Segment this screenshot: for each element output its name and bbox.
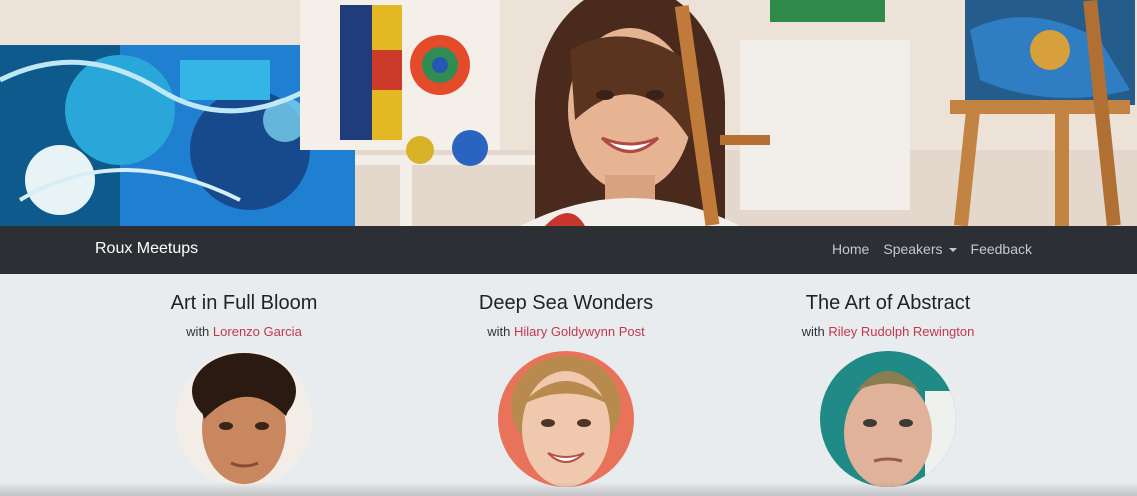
sessions-list: Art in Full Bloom with Lorenzo Garcia De… — [0, 274, 1137, 496]
speaker-link[interactable]: Lorenzo Garcia — [213, 324, 302, 339]
bottom-fade — [0, 482, 1137, 496]
with-label: with — [487, 324, 511, 339]
session-speaker-line: with Hilary Goldywynn Post — [416, 324, 716, 340]
session-speaker-line: with Riley Rudolph Rewington — [738, 324, 1038, 340]
session-card: Deep Sea Wonders with Hilary Goldywynn P… — [416, 274, 716, 487]
with-label: with — [186, 324, 210, 339]
nav-speakers-label: Speakers — [883, 241, 943, 257]
session-title: Art in Full Bloom — [170, 292, 318, 314]
caret-down-icon — [948, 248, 957, 252]
session-speaker-line: with Lorenzo Garcia — [94, 324, 394, 340]
nav-home[interactable]: Home — [832, 241, 869, 257]
speaker-avatar[interactable] — [176, 351, 312, 487]
session-title: Deep Sea Wonders — [478, 292, 654, 314]
with-label: with — [801, 324, 825, 339]
nav-links: Home Speakers Feedback — [832, 241, 1032, 257]
nav-feedback-label: Feedback — [970, 241, 1032, 257]
nav-feedback[interactable]: Feedback — [971, 241, 1032, 257]
speaker-link[interactable]: Hilary Goldywynn Post — [514, 324, 645, 339]
nav-speakers-dropdown[interactable]: Speakers — [883, 241, 957, 257]
session-card: The Art of Abstract with Riley Rudolph R… — [738, 274, 1038, 487]
session-title: The Art of Abstract — [805, 292, 971, 314]
top-navbar: Roux Meetups Home Speakers Feedback — [0, 226, 1137, 274]
speaker-link[interactable]: Riley Rudolph Rewington — [828, 324, 974, 339]
brand-link[interactable]: Roux Meetups — [95, 240, 198, 258]
session-card: Art in Full Bloom with Lorenzo Garcia — [94, 274, 394, 487]
hero-banner-image — [0, 0, 1137, 226]
nav-home-label: Home — [832, 241, 870, 257]
color-chart — [300, 0, 500, 150]
speaker-avatar[interactable] — [498, 351, 634, 487]
speaker-avatar[interactable] — [820, 351, 956, 487]
